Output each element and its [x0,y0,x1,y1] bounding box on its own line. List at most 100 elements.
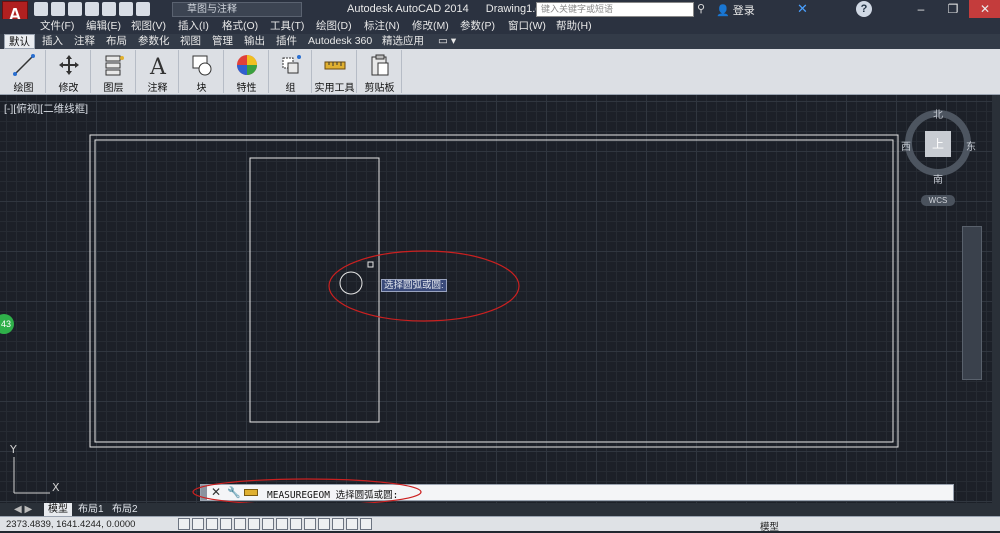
tab-insert[interactable]: 插入 [38,34,67,49]
redo-icon[interactable] [136,2,150,16]
panel-block[interactable]: 块 [180,50,224,94]
panel-annotation[interactable]: A 注释 [137,50,179,94]
save-icon[interactable] [68,2,82,16]
text-icon: A [149,55,167,77]
panel-label: 修改 [58,83,79,94]
panel-label: 特性 [236,83,257,94]
grid-toggle[interactable] [206,518,218,530]
clipboard-icon [371,54,388,76]
inner-frame [94,139,894,443]
menu-tools[interactable]: 工具(T) [270,19,304,34]
menu-draw[interactable]: 绘图(D) [316,19,352,34]
compass-south[interactable]: 南 [933,171,943,186]
pick-cursor [367,261,374,268]
tab-manage[interactable]: 管理 [208,34,237,49]
help-icon[interactable]: ? [856,1,872,17]
ducs-toggle[interactable] [290,518,302,530]
cursor-coordinates[interactable]: 2373.4839, 1641.4244, 0.0000 [6,519,135,530]
transparency-toggle[interactable] [332,518,344,530]
tab-layout2[interactable]: 布局2 [108,503,142,516]
tab-layout[interactable]: 布局 [102,34,131,49]
tab-model[interactable]: 模型 [44,503,72,516]
tab-autodesk-360[interactable]: Autodesk 360 [304,34,376,49]
tab-annotate[interactable]: 注释 [70,34,99,49]
minimize-button[interactable]: – [905,0,937,18]
panel-utilities[interactable]: 实用工具 [313,50,357,94]
tab-default[interactable]: 默认 [4,34,35,49]
search-input[interactable]: 键入关键字或短语 [536,2,694,17]
menu-modify[interactable]: 修改(M) [412,19,449,34]
menu-edit[interactable]: 编辑(E) [86,19,121,34]
tab-featured-apps[interactable]: 精选应用 [378,34,428,49]
viewcube-top-face[interactable]: 上 [925,131,951,157]
3d-osnap-toggle[interactable] [262,518,274,530]
save-as-icon[interactable] [85,2,99,16]
panel-label: 注释 [147,83,168,94]
tab-output[interactable]: 输出 [240,34,269,49]
line-icon [12,54,35,76]
panel-properties[interactable]: 特性 [225,50,269,94]
print-icon[interactable] [102,2,116,16]
polar-toggle[interactable] [234,518,246,530]
osnap-toggle[interactable] [248,518,260,530]
menu-dimension[interactable]: 标注(N) [364,19,400,34]
search-icon[interactable]: ⚲ [697,2,711,16]
navigation-bar[interactable] [962,226,982,380]
tab-layout1[interactable]: 布局1 [74,503,108,516]
nav-arrows-icon[interactable]: ◀ ▶ [10,503,36,516]
menu-parametric[interactable]: 参数(P) [460,19,495,34]
tab-view[interactable]: 视图 [176,34,205,49]
undo-icon[interactable] [119,2,133,16]
status-bar: 2373.4839, 1641.4244, 0.0000 模型 [0,516,1000,533]
selection-cycling-toggle[interactable] [360,518,372,530]
panel-clipboard[interactable]: 剪贴板 [358,50,402,94]
login-label: 登录 [732,5,755,17]
otrack-toggle[interactable] [276,518,288,530]
exchange-icon[interactable]: ✕ [797,1,808,17]
quick-properties-toggle[interactable] [346,518,358,530]
viewport-controls[interactable]: [-][俯视][二维线框] [4,101,88,116]
menu-file[interactable]: 文件(F) [40,19,74,34]
tab-plugins[interactable]: 插件 [272,34,301,49]
restore-button[interactable]: ❐ [937,0,969,18]
panel-group[interactable]: 组 [270,50,312,94]
vertical-scrollbar[interactable] [992,95,1000,516]
panel-label: 组 [285,83,296,94]
compass-north[interactable]: 北 [933,106,943,121]
panel-modify[interactable]: 修改 [47,50,91,94]
panel-layers[interactable]: 图层 [92,50,136,94]
color-wheel-icon [236,55,257,75]
panel-label: 块 [196,83,207,94]
ribbon-toggle-icon[interactable]: ▭ ▾ [434,34,460,49]
open-icon[interactable] [51,2,65,16]
menu-window[interactable]: 窗口(W) [508,19,546,34]
menu-help[interactable]: 帮助(H) [556,19,592,34]
menu-insert[interactable]: 插入(I) [178,19,209,34]
infer-constraints-toggle[interactable] [178,518,190,530]
workspace-select[interactable]: 草图与注释 [172,2,302,17]
new-icon[interactable] [34,2,48,16]
panel-draw[interactable]: 绘图 [2,50,46,94]
drawn-circle[interactable] [339,271,363,295]
compass-west[interactable]: 西 [901,138,911,153]
login-button[interactable]: 👤 登录 [716,2,755,18]
layout-tab-bar: ◀ ▶ 模型 布局1 布局2 [0,503,1000,516]
dyn-toggle[interactable] [304,518,316,530]
menu-view[interactable]: 视图(V) [131,19,166,34]
close-window-button[interactable]: ✕ [969,0,1000,18]
block-icon [192,55,211,76]
menu-format[interactable]: 格式(O) [222,19,258,34]
ribbon: 绘图 修改 图层 A 注释 块 特性 组 实用工具 剪贴板 [0,49,1000,95]
wcs-menu[interactable]: WCS [921,195,955,206]
svg-text:Y: Y [9,443,17,456]
ribbon-tab-bar: 默认 插入 注释 布局 参数化 视图 管理 输出 插件 Autodesk 360… [0,34,1000,49]
app-name: Autodesk AutoCAD 2014 [347,3,469,15]
snap-toggle[interactable] [192,518,204,530]
lineweight-toggle[interactable] [318,518,330,530]
window-controls: – ❐ ✕ [905,0,1000,18]
tab-parametric[interactable]: 参数化 [134,34,174,49]
compass-east[interactable]: 东 [966,138,976,153]
layers-icon [105,55,124,76]
ortho-toggle[interactable] [220,518,232,530]
quick-access-toolbar [34,2,150,17]
